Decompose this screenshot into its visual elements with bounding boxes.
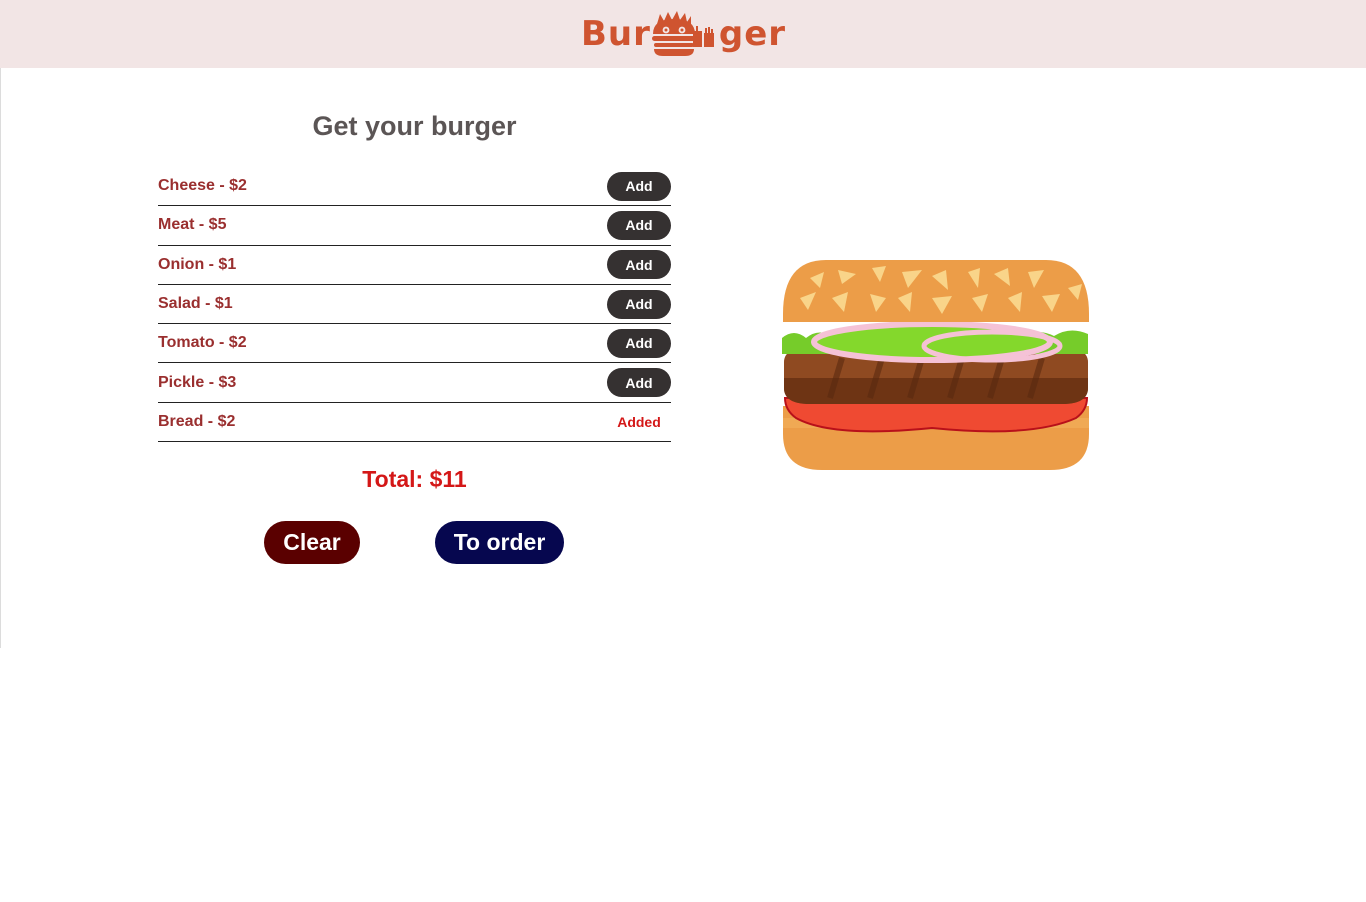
- add-onion-button[interactable]: Add: [607, 250, 671, 280]
- ingredient-list: Cheese - $2 Add Meat - $5 Add Onion - $1…: [158, 167, 671, 443]
- add-tomato-button[interactable]: Add: [607, 328, 671, 358]
- burger-illustration: [782, 260, 1089, 470]
- drink-cup-icon: [692, 26, 714, 47]
- top-bun: [783, 260, 1089, 322]
- ingredient-label: Salad - $1: [158, 295, 233, 313]
- ingredient-label: Meat - $5: [158, 216, 227, 234]
- clear-button[interactable]: Clear: [264, 521, 360, 564]
- header: Bur ger: [0, 0, 1366, 68]
- add-salad-button[interactable]: Add: [607, 289, 671, 319]
- ingredient-label: Tomato - $2: [158, 334, 247, 352]
- add-pickle-button[interactable]: Add: [607, 368, 671, 398]
- logo[interactable]: Bur ger: [581, 10, 786, 58]
- total-price: Total: $11: [362, 466, 467, 492]
- logo-text-left: Bur: [581, 14, 651, 54]
- ingredient-row-cheese: Cheese - $2 Add: [158, 167, 671, 207]
- ingredient-label: Cheese - $2: [158, 177, 247, 195]
- add-cheese-button[interactable]: Add: [607, 171, 671, 201]
- to-order-button[interactable]: To order: [435, 521, 564, 564]
- ingredient-label: Onion - $1: [158, 255, 237, 273]
- ingredient-label: Pickle - $3: [158, 373, 237, 391]
- ingredient-row-bread: Bread - $2 Added: [158, 403, 671, 443]
- logo-text-right: ger: [718, 14, 787, 54]
- ingredient-row-tomato: Tomato - $2 Add: [158, 324, 671, 364]
- ingredient-row-salad: Salad - $1 Add: [158, 285, 671, 325]
- ingredient-row-meat: Meat - $5 Add: [158, 206, 671, 246]
- page-border: [0, 68, 1, 648]
- ingredient-row-onion: Onion - $1 Add: [158, 246, 671, 285]
- ingredient-row-pickle: Pickle - $3 Add: [158, 363, 671, 403]
- add-meat-button[interactable]: Add: [607, 210, 671, 240]
- added-status: Added: [617, 413, 661, 430]
- ingredient-label: Bread - $2: [158, 412, 236, 430]
- page-title: Get your burger: [312, 111, 517, 141]
